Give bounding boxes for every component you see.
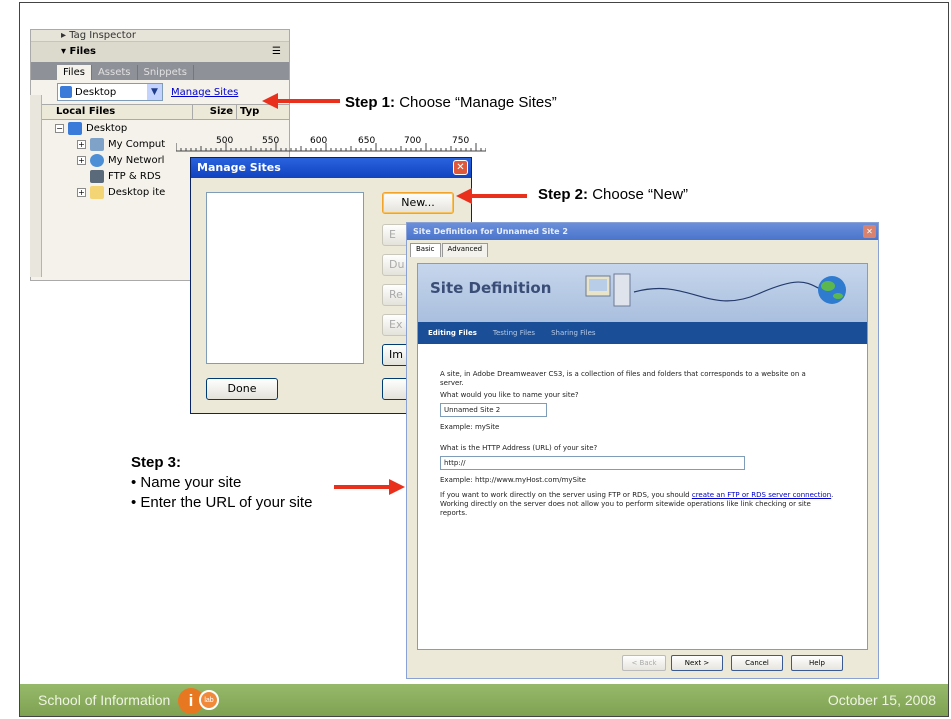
tree-item-label: My Networl [108, 154, 165, 166]
step-editing-files[interactable]: Editing Files [428, 329, 477, 337]
site-definition-tabs: Basic Advanced [407, 243, 878, 257]
site-url-question: What is the HTTP Address (URL) of your s… [440, 444, 598, 452]
dialog-title: Site Definition for Unnamed Site 2 [413, 227, 568, 236]
ruler-label: 650 [358, 136, 376, 146]
new-button[interactable]: New... [382, 192, 454, 214]
server-icon [90, 169, 104, 183]
manage-sites-link[interactable]: Manage Sites [171, 87, 238, 98]
close-icon[interactable]: ✕ [863, 225, 876, 238]
itlab-logo-lab: lab [199, 690, 219, 710]
site-select[interactable]: Desktop ▼ [57, 83, 163, 101]
dialog-title: Manage Sites [197, 161, 281, 174]
step2-callout: Step 2: Choose “New” [538, 186, 688, 203]
step3-bullet: Enter the URL of your site [140, 494, 313, 511]
step2-label: Step 2: [538, 186, 589, 203]
expand-icon[interactable]: + [77, 187, 86, 197]
tab-snippets[interactable]: Snippets [138, 65, 194, 80]
step1-text: Choose “Manage Sites” [399, 94, 557, 111]
site-definition-steps: Editing Files Testing Files Sharing File… [418, 322, 867, 344]
site-name-input[interactable]: Unnamed Site 2 [440, 403, 547, 417]
site-url-input[interactable]: http:// [440, 456, 745, 470]
chevron-down-icon[interactable]: ▼ [147, 84, 162, 100]
panel-menu-icon[interactable]: ☰ [272, 42, 281, 62]
slide-date: October 15, 2008 [827, 692, 936, 708]
site-definition-form: A site, in Adobe Dreamweaver CS3, is a c… [418, 344, 867, 518]
vertical-scrollbar[interactable] [30, 95, 42, 277]
next-button[interactable]: Next > [671, 655, 723, 671]
files-panel-header[interactable]: ▾ Files ☰ [31, 42, 289, 62]
expand-icon[interactable]: + [77, 139, 86, 149]
tree-item-label: My Comput [108, 138, 166, 150]
intro-text: A site, in Adobe Dreamweaver CS3, is a c… [440, 370, 806, 387]
step1-arrow-icon [262, 93, 340, 109]
file-columns-header: Local Files Size Typ [31, 104, 289, 120]
step-testing-files[interactable]: Testing Files [493, 329, 535, 337]
ruler-label: 600 [310, 136, 328, 146]
computer-icon [90, 137, 104, 151]
collapse-icon[interactable]: − [55, 123, 64, 133]
site-row: Desktop ▼ Manage Sites [31, 80, 289, 104]
folder-icon [90, 185, 104, 199]
cancel-button[interactable]: Cancel [731, 655, 783, 671]
manage-sites-titlebar[interactable]: Manage Sites ✕ [191, 158, 471, 178]
ftp-text: If you want to work directly on the serv… [440, 491, 690, 499]
step2-text: Choose “New” [592, 186, 689, 203]
ruler-label: 750 [452, 136, 470, 146]
files-panel-title: Files [69, 46, 96, 57]
step3-label: Step 3: [131, 454, 182, 471]
site-definition-body: Site Definition Editing Files Testing Fi… [417, 263, 868, 650]
site-name-example: Example: mySite [440, 423, 500, 431]
ftp-connection-link[interactable]: create an FTP or RDS server connection [692, 491, 831, 499]
column-size[interactable]: Size [193, 105, 237, 119]
back-button[interactable]: < Back [622, 655, 666, 671]
site-definition-titlebar[interactable]: Site Definition for Unnamed Site 2 ✕ [407, 223, 878, 240]
column-local-files[interactable]: Local Files [53, 105, 193, 119]
site-name-question: What would you like to name your site? [440, 391, 579, 399]
site-definition-dialog: Site Definition for Unnamed Site 2 ✕ Bas… [406, 222, 879, 679]
step3-callout: Step 3: • Name your site • Enter the URL… [131, 454, 313, 511]
step2-arrow-icon [456, 188, 527, 204]
network-icon [90, 153, 104, 167]
expand-icon[interactable]: + [77, 155, 86, 165]
done-button[interactable]: Done [206, 378, 278, 400]
ruler-label: 700 [404, 136, 422, 146]
help-button[interactable]: Help [791, 655, 843, 671]
step3-bullet: Name your site [140, 474, 242, 491]
slide-footer: School of Information October 15, 2008 [20, 684, 948, 716]
files-tabs: Files Assets Snippets [31, 62, 289, 80]
sites-list[interactable] [206, 192, 364, 364]
ftp-paragraph: If you want to work directly on the serv… [440, 491, 840, 518]
step3-arrow-icon [334, 479, 405, 495]
tab-files[interactable]: Files [57, 65, 92, 80]
step-sharing-files[interactable]: Sharing Files [551, 329, 595, 337]
desktop-icon [68, 121, 82, 135]
tab-assets[interactable]: Assets [92, 65, 138, 80]
ruler-label: 550 [262, 136, 280, 146]
desktop-icon [60, 86, 72, 98]
tab-basic[interactable]: Basic [410, 243, 441, 257]
network-illustration-icon [585, 273, 846, 307]
step1-callout: Step 1: Choose “Manage Sites” [345, 94, 557, 111]
ruler: 500 550 600 650 700 750 [175, 136, 487, 152]
ruler-label: 500 [216, 136, 234, 146]
tag-inspector-label: Tag Inspector [69, 30, 136, 41]
site-select-value: Desktop [75, 86, 117, 98]
tree-item-label: FTP & RDS [108, 170, 161, 182]
school-name: School of Information [38, 692, 171, 708]
tag-inspector-row[interactable]: ▸ Tag Inspector [31, 30, 289, 42]
tab-advanced[interactable]: Advanced [441, 243, 489, 257]
site-url-example: Example: http://www.myHost.com/mySite [440, 476, 586, 484]
step1-label: Step 1: [345, 94, 396, 111]
tree-item-label: Desktop [86, 122, 128, 134]
column-type[interactable]: Typ [237, 105, 262, 119]
banner-title: Site Definition [430, 279, 552, 297]
tree-item-label: Desktop ite [108, 186, 166, 198]
tree-item-desktop[interactable]: − Desktop [31, 120, 289, 136]
close-icon[interactable]: ✕ [453, 160, 468, 175]
site-definition-banner: Site Definition [418, 264, 867, 322]
